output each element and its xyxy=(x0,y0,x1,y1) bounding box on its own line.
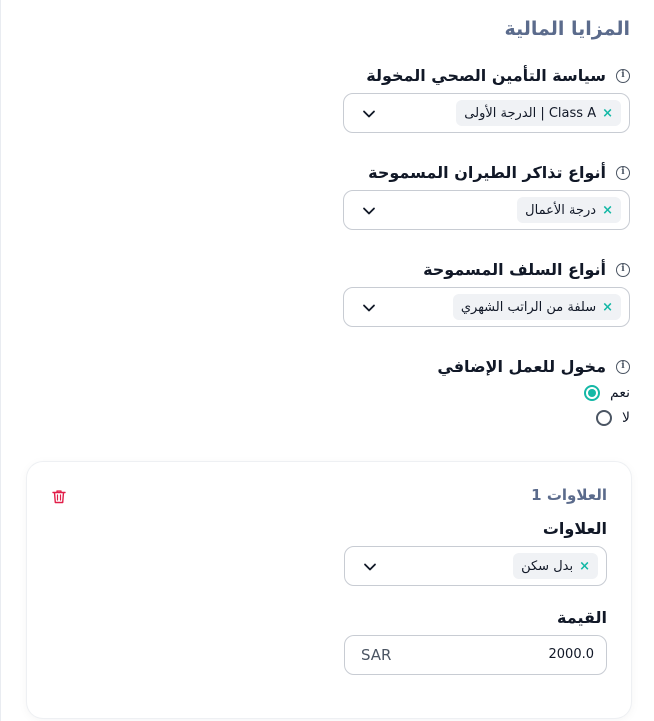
allowance-card: العلاوات 1 العلاوات بدل سكن × القيمة 200… xyxy=(27,462,631,718)
chevron-down-icon[interactable] xyxy=(362,107,376,121)
chip-label: بدل سكن xyxy=(521,558,574,574)
advances-label-text: أنواع السلف المسموحة xyxy=(423,260,606,279)
flight-tickets-label: أنواع تذاكر الطيران المسموحة i xyxy=(368,163,630,182)
allowances-label: العلاوات xyxy=(543,519,607,538)
allowance-card-title: العلاوات 1 xyxy=(531,486,607,504)
info-icon[interactable]: i xyxy=(616,68,630,83)
info-icon[interactable]: i xyxy=(616,359,630,374)
chip-label: Class A | الدرجة الأولى xyxy=(464,105,597,121)
advances-label: أنواع السلف المسموحة i xyxy=(423,260,630,279)
currency-suffix: SAR xyxy=(361,646,392,664)
flight-tickets-select[interactable]: درجة الأعمال × xyxy=(343,190,630,230)
chevron-down-icon[interactable] xyxy=(362,204,376,218)
overtime-option-yes[interactable]: نعم xyxy=(584,385,630,401)
radio-label-no: لا xyxy=(622,410,630,426)
radio-button-yes[interactable] xyxy=(584,385,601,401)
value-input[interactable]: 2000.0 SAR xyxy=(344,635,607,675)
selected-chip: درجة الأعمال × xyxy=(517,197,621,223)
section-title: المزايا المالية xyxy=(504,18,630,40)
value-label-text: القيمة xyxy=(557,608,607,627)
info-icon[interactable]: i xyxy=(616,165,630,180)
selected-chip: سلفة من الراتب الشهري × xyxy=(452,294,621,320)
chip-label: درجة الأعمال xyxy=(525,202,597,218)
insurance-policy-label-text: سياسة التأمين الصحي المخولة xyxy=(366,66,606,85)
value-input-text[interactable]: 2000.0 xyxy=(549,647,595,662)
selected-chip: بدل سكن × xyxy=(513,553,598,579)
chip-label: سلفة من الراتب الشهري xyxy=(460,299,597,315)
close-icon[interactable]: × xyxy=(579,560,590,573)
value-label: القيمة xyxy=(557,608,607,627)
radio-button-no[interactable] xyxy=(596,410,613,426)
insurance-policy-label: سياسة التأمين الصحي المخولة i xyxy=(366,66,630,85)
allowances-label-text: العلاوات xyxy=(542,519,607,538)
overtime-label: مخول للعمل الإضافي i xyxy=(437,357,630,376)
overtime-option-no[interactable]: لا xyxy=(596,410,630,426)
selected-chip: Class A | الدرجة الأولى × xyxy=(456,100,621,126)
advances-select[interactable]: سلفة من الراتب الشهري × xyxy=(343,287,630,327)
chevron-down-icon[interactable] xyxy=(362,301,376,315)
trash-icon[interactable] xyxy=(52,489,66,504)
info-icon[interactable]: i xyxy=(616,262,630,277)
flight-tickets-label-text: أنواع تذاكر الطيران المسموحة xyxy=(368,163,606,182)
overtime-label-text: مخول للعمل الإضافي xyxy=(437,357,606,376)
radio-label-yes: نعم xyxy=(610,385,630,401)
insurance-policy-select[interactable]: Class A | الدرجة الأولى × xyxy=(343,93,630,133)
financial-benefits-form: المزايا المالية سياسة التأمين الصحي المخ… xyxy=(0,0,654,721)
close-icon[interactable]: × xyxy=(602,301,613,314)
close-icon[interactable]: × xyxy=(602,107,613,120)
allowances-select[interactable]: بدل سكن × xyxy=(344,546,607,586)
close-icon[interactable]: × xyxy=(602,204,613,217)
chevron-down-icon[interactable] xyxy=(363,560,377,574)
